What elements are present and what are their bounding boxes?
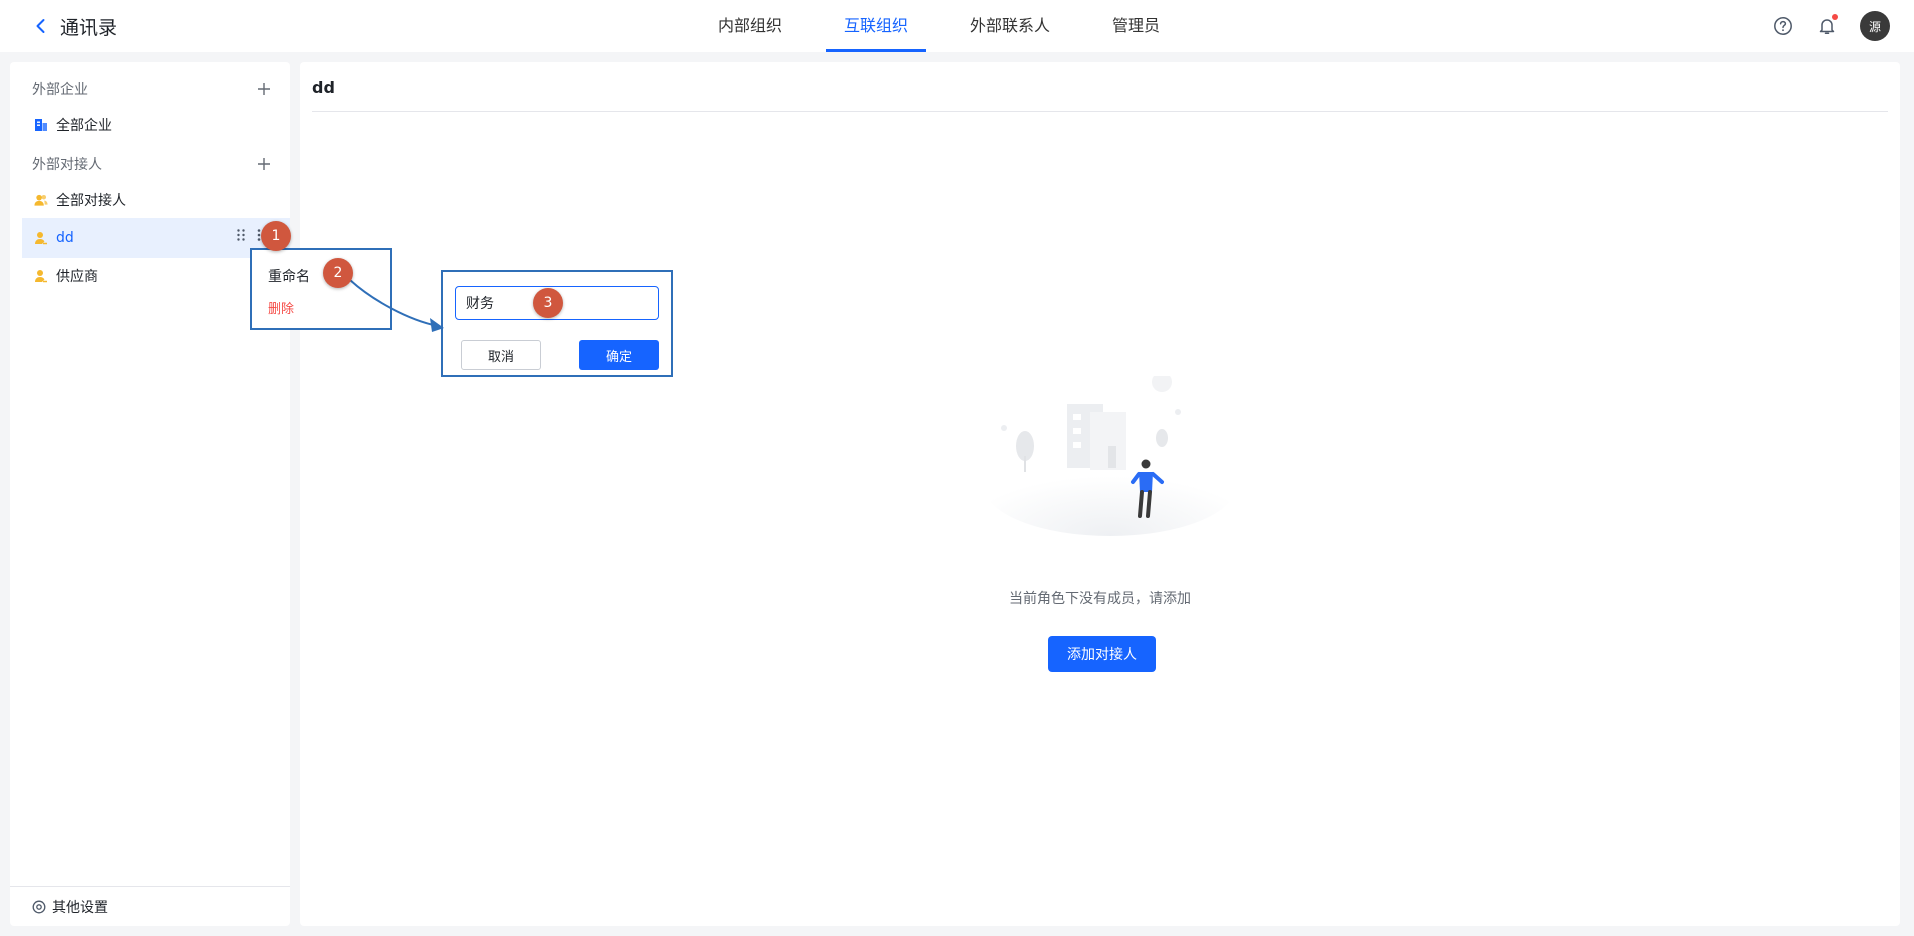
section-label: 外部对接人 (32, 157, 102, 173)
section-label: 外部企业 (32, 82, 88, 98)
cancel-button[interactable]: 取消 (461, 340, 541, 370)
back-button[interactable]: 通讯录 (32, 12, 117, 40)
sidebar-item-label: 全部企业 (56, 118, 112, 134)
add-contact-button[interactable]: 添加对接人 (1048, 636, 1156, 672)
building-icon (34, 118, 48, 132)
tab-external-contacts[interactable]: 外部联系人 (952, 0, 1068, 52)
users-icon (34, 193, 48, 207)
sidebar-item-label: dd (56, 230, 74, 246)
empty-state-illustration (984, 376, 1236, 536)
other-settings-button[interactable]: 其他设置 (10, 886, 290, 926)
add-contact-group-icon[interactable] (256, 156, 272, 172)
group-title: dd (312, 78, 335, 97)
rename-popover: 取消 确定 (441, 270, 673, 377)
step-badge-3: 3 (533, 288, 563, 318)
user-icon (34, 269, 48, 283)
add-company-icon[interactable] (256, 81, 272, 97)
top-bar: 通讯录 内部组织 互联组织 外部联系人 管理员 源 (0, 0, 1914, 52)
step-badge-2: 2 (323, 258, 353, 288)
top-icons: 源 (1772, 10, 1890, 42)
section-external-companies: 外部企业 (32, 78, 272, 100)
sidebar-item-label: 供应商 (56, 269, 98, 285)
bell-icon[interactable] (1816, 14, 1838, 37)
menu-item-delete[interactable]: 删除 (268, 298, 294, 317)
chevron-left-icon (36, 19, 45, 33)
avatar[interactable]: 源 (1860, 11, 1890, 41)
notification-dot (1832, 14, 1838, 20)
tab-admins[interactable]: 管理员 (1094, 0, 1178, 52)
help-icon[interactable] (1772, 15, 1794, 37)
step-badge-1: 1 (261, 221, 291, 251)
divider (312, 111, 1888, 112)
tab-internal-org[interactable]: 内部组织 (700, 0, 800, 52)
drag-handle-icon[interactable] (236, 228, 246, 242)
sidebar-item-all-contacts[interactable]: 全部对接人 (22, 182, 290, 218)
empty-state-text: 当前角色下没有成员，请添加 (1009, 591, 1191, 607)
tab-bar: 内部组织 互联组织 外部联系人 管理员 (700, 0, 1204, 52)
confirm-button[interactable]: 确定 (579, 340, 659, 370)
user-icon (34, 231, 48, 245)
row-actions (226, 228, 262, 242)
sidebar-item-all-companies[interactable]: 全部企业 (22, 107, 290, 143)
page-title: 通讯录 (60, 16, 118, 39)
settings-icon (32, 900, 46, 913)
sidebar-item-label: 全部对接人 (56, 193, 126, 209)
tab-connected-org[interactable]: 互联组织 (826, 0, 927, 52)
menu-item-rename[interactable]: 重命名 (268, 266, 310, 286)
other-settings-label: 其他设置 (52, 899, 108, 916)
main-panel: dd 当前角色下没有成员，请添加 添加对接人 (300, 62, 1900, 926)
context-menu: 重命名 删除 (250, 248, 392, 330)
section-external-contacts: 外部对接人 (32, 153, 272, 175)
sidebar: 外部企业 全部企业 外部对接人 全部对接人 dd 供应商 其他设置 (10, 62, 290, 926)
